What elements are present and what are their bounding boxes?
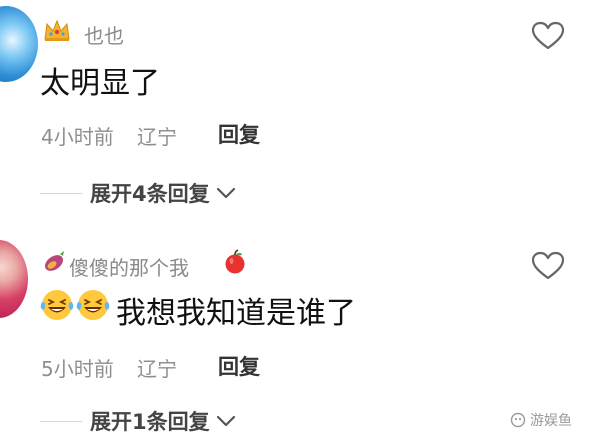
- expand-replies[interactable]: 展开1条回复: [40, 406, 238, 436]
- chevron-down-icon: [216, 415, 235, 427]
- avatar[interactable]: [0, 6, 38, 82]
- comment-text: 太明显了: [40, 66, 160, 101]
- sweet-potato-icon: [42, 249, 68, 279]
- expand-replies[interactable]: 展开4条回复: [40, 178, 238, 208]
- username[interactable]: 也也: [84, 20, 124, 49]
- location: 辽宁: [137, 125, 177, 149]
- location: 辽宁: [137, 357, 177, 381]
- crown-icon: [42, 17, 72, 47]
- heart-icon[interactable]: [531, 21, 565, 51]
- timestamp: 4小时前: [41, 125, 114, 149]
- comment-text: 我想我知道是谁了: [116, 296, 356, 331]
- heart-icon[interactable]: [531, 251, 565, 281]
- laughing-tears-icon: [76, 290, 110, 320]
- watermark-text: 游娱鱼: [530, 413, 572, 429]
- expand-replies-label: 展开1条回复: [90, 410, 210, 434]
- apple-icon: [222, 249, 248, 279]
- reply-button[interactable]: 回复: [218, 351, 260, 381]
- expand-replies-label: 展开4条回复: [90, 182, 210, 206]
- comment-emoji-group: [40, 288, 110, 322]
- chevron-down-icon: [216, 187, 235, 199]
- watermark: 游娱鱼: [510, 410, 572, 430]
- watermark-logo-icon: [510, 412, 526, 428]
- reply-button[interactable]: 回复: [218, 119, 260, 149]
- laughing-tears-icon: [40, 290, 74, 320]
- divider: [40, 192, 82, 194]
- username[interactable]: 傻傻的那个我: [69, 252, 189, 281]
- avatar[interactable]: [0, 240, 28, 318]
- timestamp: 5小时前: [41, 357, 114, 381]
- divider: [40, 420, 82, 422]
